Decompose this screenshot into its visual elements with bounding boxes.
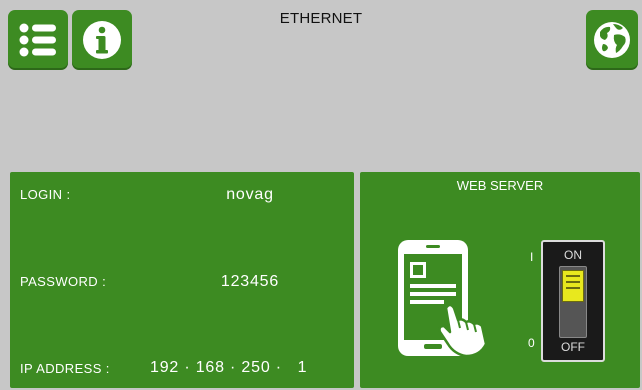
- web-server-toggle[interactable]: ON OFF: [541, 240, 605, 362]
- phone-touch-icon: [398, 240, 488, 358]
- credentials-panel: LOGIN : novag PASSWORD : 123456 IP ADDRE…: [10, 172, 354, 388]
- password-label: PASSWORD :: [20, 274, 107, 289]
- switch-on-mark: I: [530, 250, 534, 264]
- switch-slot: [559, 266, 587, 338]
- ip-address-value[interactable]: 192 · 168 · 250 · 1: [150, 359, 350, 377]
- ip-address-label: IP ADDRESS :: [20, 361, 110, 376]
- switch-on-label: ON: [564, 248, 582, 262]
- switch-lever: [562, 270, 584, 302]
- web-server-title: WEB SERVER: [456, 178, 544, 193]
- globe-icon: [594, 22, 630, 58]
- web-server-panel: WEB SERVER I 0 ON OFF: [360, 172, 640, 388]
- login-value[interactable]: novag: [190, 186, 310, 204]
- switch-off-mark: 0: [528, 336, 535, 350]
- switch-off-label: OFF: [561, 340, 585, 354]
- login-label: LOGIN :: [20, 187, 71, 202]
- password-value[interactable]: 123456: [190, 273, 310, 291]
- network-button[interactable]: [586, 10, 638, 70]
- page-title: ETHERNET: [279, 10, 363, 27]
